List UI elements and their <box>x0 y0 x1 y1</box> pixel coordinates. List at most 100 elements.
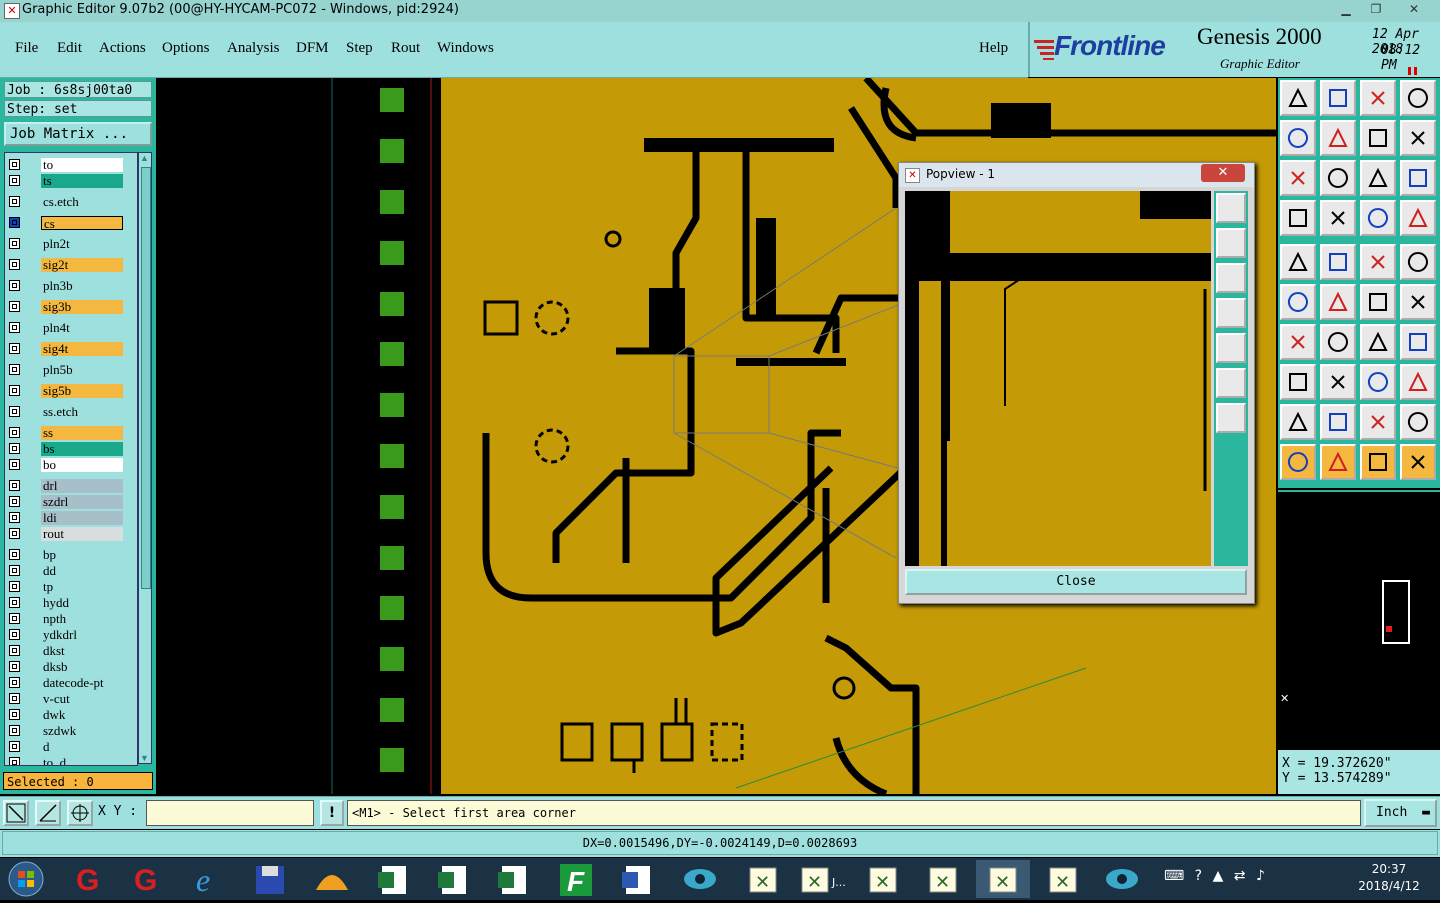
panel-icon[interactable] <box>1400 80 1436 116</box>
measure-tool-icon[interactable] <box>3 800 29 826</box>
layer-row[interactable]: d <box>5 739 137 755</box>
layer-checkbox[interactable] <box>9 661 20 672</box>
layer-row[interactable]: szdrl <box>5 494 137 510</box>
grid-tool-icon[interactable] <box>67 800 93 826</box>
shell-app-icon[interactable] <box>306 860 360 898</box>
pad-icon[interactable] <box>1280 244 1316 280</box>
popview-zoom-icon[interactable] <box>1216 193 1246 223</box>
flip-icon[interactable] <box>1400 324 1436 360</box>
net-icon[interactable] <box>1360 200 1396 236</box>
graphic-editor-window-2[interactable]: ✕ J... <box>796 860 850 898</box>
rotate-icon[interactable] <box>1360 324 1396 360</box>
pointer-select-icon[interactable] <box>1320 444 1356 480</box>
layer-name[interactable]: pln5b <box>41 363 123 377</box>
layer-row[interactable]: pln5b <box>5 362 137 378</box>
network-icon[interactable]: ⇄ <box>1234 868 1246 884</box>
filter-icon[interactable] <box>1280 200 1316 236</box>
layer-name[interactable]: dksb <box>41 660 123 674</box>
layer-name[interactable]: npth <box>41 612 123 626</box>
layer-name[interactable]: cs <box>41 216 123 230</box>
layer-checkbox[interactable] <box>9 709 20 720</box>
popview-pan-down-icon[interactable] <box>1216 263 1246 293</box>
layer-row[interactable]: sig3b <box>5 299 137 315</box>
layer-row[interactable]: sig4t <box>5 341 137 357</box>
pause-icon[interactable] <box>1408 62 1420 75</box>
layer-name[interactable]: v-cut <box>41 692 123 706</box>
color-icon[interactable] <box>1320 244 1356 280</box>
graphic-editor-window-3[interactable]: ✕ <box>856 860 910 898</box>
save-disk-icon[interactable] <box>244 860 298 898</box>
popview-close-x-button[interactable]: ✕ <box>1201 164 1245 182</box>
layer-checkbox[interactable] <box>9 459 20 470</box>
layer-row[interactable]: ss.etch <box>5 404 137 420</box>
layer-name[interactable]: sig5b <box>41 384 123 398</box>
layer-checkbox[interactable] <box>9 196 20 207</box>
layer-name[interactable]: ts <box>41 174 123 188</box>
house-icon[interactable] <box>1360 80 1396 116</box>
zoom-in-icon[interactable] <box>1320 160 1356 196</box>
layer-row[interactable]: cs <box>5 215 137 231</box>
layer-name[interactable]: sig2t <box>41 258 123 272</box>
layer-row[interactable]: szdwk <box>5 723 137 739</box>
layer-row[interactable]: datecode-pt <box>5 675 137 691</box>
layer-checkbox[interactable] <box>9 645 20 656</box>
triangle-up-icon[interactable] <box>1360 404 1396 440</box>
alert-icon[interactable]: ! <box>320 800 344 826</box>
layer-checkbox[interactable] <box>9 581 20 592</box>
eye-app-icon[interactable] <box>674 860 728 898</box>
popview-zoom-out-icon[interactable] <box>1216 368 1246 398</box>
dot-icon[interactable] <box>1400 244 1436 280</box>
layer-row[interactable]: ts <box>5 173 137 189</box>
menu-dfm[interactable]: DFM <box>296 40 329 57</box>
layer-checkbox[interactable] <box>9 343 20 354</box>
layer-checkbox[interactable] <box>9 259 20 270</box>
pan-up-icon[interactable] <box>1320 80 1356 116</box>
layer-name[interactable]: bs <box>41 442 123 456</box>
cut-line-icon[interactable] <box>1320 364 1356 400</box>
layer-name[interactable]: szdrl <box>41 495 123 509</box>
layer-row[interactable]: drl <box>5 478 137 494</box>
layer-name[interactable]: tp <box>41 580 123 594</box>
layer-row[interactable]: to_d <box>5 755 137 765</box>
menu-analysis[interactable]: Analysis <box>227 40 280 57</box>
shape-icon[interactable] <box>1400 364 1436 400</box>
minimize-button[interactable]: ▁ <box>1334 0 1358 18</box>
layer-checkbox[interactable] <box>9 385 20 396</box>
menu-help[interactable]: Help <box>979 40 1008 57</box>
internet-explorer-icon[interactable]: e <box>182 860 236 898</box>
excel-icon-2[interactable] <box>428 860 482 898</box>
layer-checkbox[interactable] <box>9 693 20 704</box>
layer-row[interactable]: pln4t <box>5 320 137 336</box>
layer-checkbox[interactable] <box>9 427 20 438</box>
layer-row[interactable]: cs.etch <box>5 194 137 210</box>
layer-row[interactable]: tp <box>5 579 137 595</box>
zoom-home-icon[interactable] <box>1280 80 1316 116</box>
keyboard-icon[interactable]: ⌨ <box>1164 868 1184 884</box>
select-icon[interactable] <box>1280 364 1316 400</box>
line-icon[interactable] <box>1280 324 1316 360</box>
scale-1to2-icon[interactable] <box>1360 160 1396 196</box>
graphic-editor-window-5[interactable]: ✕ <box>976 860 1030 898</box>
layer-checkbox[interactable] <box>9 322 20 333</box>
copy-icon[interactable] <box>1400 284 1436 320</box>
layer-name[interactable]: ss.etch <box>41 405 123 419</box>
layer-checkbox[interactable] <box>9 280 20 291</box>
layer-name[interactable]: ldi <box>41 511 123 525</box>
triangle-line-icon[interactable] <box>1400 404 1436 440</box>
layer-row[interactable]: dwk <box>5 707 137 723</box>
layer-name[interactable]: d <box>41 740 123 754</box>
layer-name[interactable]: dwk <box>41 708 123 722</box>
pan-left-icon[interactable] <box>1280 120 1316 156</box>
layer-checkbox[interactable] <box>9 528 20 539</box>
menu-step[interactable]: Step <box>346 40 373 57</box>
layer-name[interactable]: cs.etch <box>41 195 123 209</box>
triangle-arrow-icon[interactable] <box>1320 404 1356 440</box>
layer-row[interactable]: pln2t <box>5 236 137 252</box>
layer-checkbox[interactable] <box>9 238 20 249</box>
units-selector[interactable]: Inch ▬ <box>1364 799 1437 827</box>
layer-row[interactable]: pln3b <box>5 278 137 294</box>
layer-checkbox[interactable] <box>9 725 20 736</box>
layer-name[interactable]: sig4t <box>41 342 123 356</box>
layer-row[interactable]: dkst <box>5 643 137 659</box>
compass-icon[interactable] <box>1360 444 1396 480</box>
